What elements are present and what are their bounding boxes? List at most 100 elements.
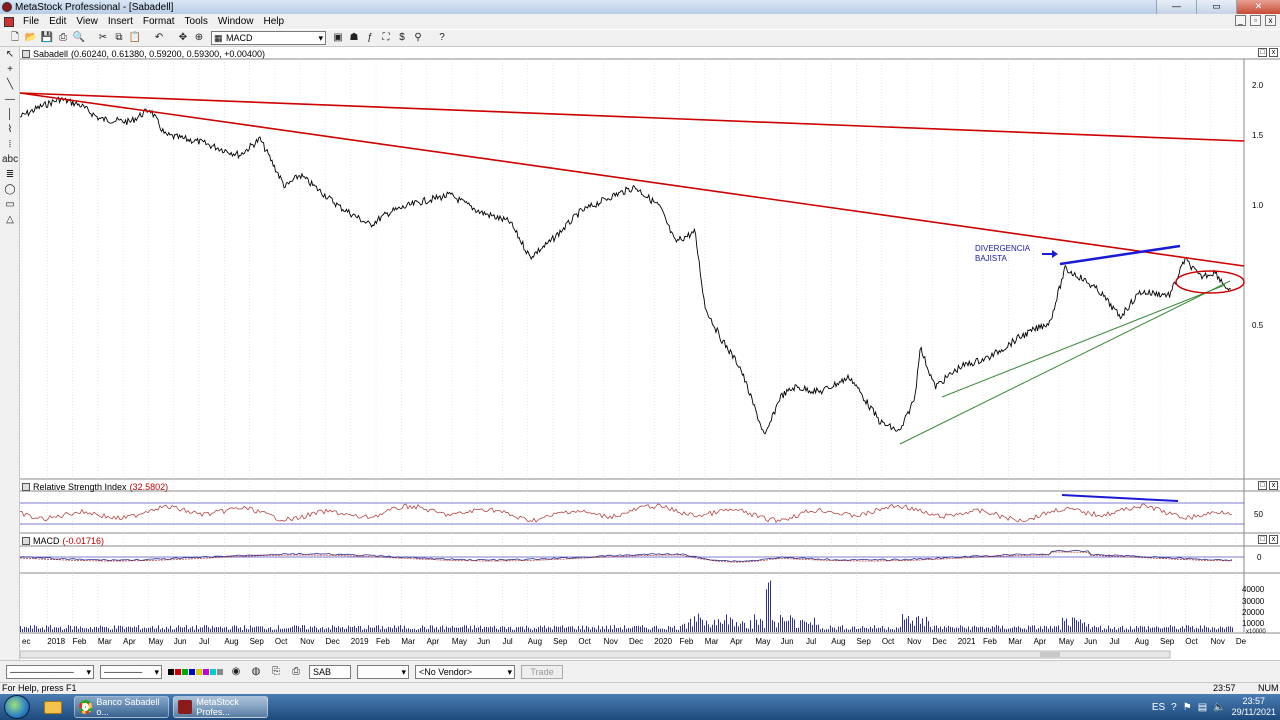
line-style-select[interactable]: ──────────	[6, 664, 94, 679]
network-icon[interactable]: ▤	[1198, 702, 1207, 713]
line-weight-select[interactable]: ──────	[100, 664, 162, 679]
copy-icon[interactable]: ⧉	[112, 31, 126, 45]
volume-bar	[102, 626, 103, 632]
expert-advisor-icon[interactable]: ☗	[347, 31, 361, 45]
fibonacci-icon[interactable]: ⌇	[2, 123, 18, 137]
explorer-icon[interactable]: ▣	[331, 31, 345, 45]
help-tray-icon[interactable]: ?	[1171, 702, 1177, 713]
pointer-icon[interactable]: ↖	[2, 48, 18, 62]
channel-icon[interactable]: ≣	[2, 168, 18, 182]
vertical-line-icon[interactable]: │	[2, 108, 18, 122]
trade-button[interactable]: Trade	[521, 664, 563, 679]
print-preview-icon[interactable]: 🔍	[72, 31, 86, 45]
volume-bar	[1146, 629, 1147, 632]
indicator-builder-icon[interactable]: ƒ	[363, 31, 377, 45]
time-axis-label: Nov	[907, 637, 921, 646]
explorer-pinned[interactable]	[36, 696, 70, 718]
menu-insert[interactable]: Insert	[103, 16, 138, 27]
menu-window[interactable]: Window	[213, 16, 259, 27]
menu-tools[interactable]: Tools	[180, 16, 213, 27]
doc-close-button[interactable]: x	[1265, 15, 1276, 26]
close-button[interactable]: ✕	[1236, 0, 1280, 14]
file-new-icon[interactable]: 🗋	[8, 31, 22, 45]
triangle-tool-icon[interactable]: △	[2, 213, 18, 227]
zoom-icon[interactable]: ⊕	[192, 31, 206, 45]
taskbar-clock[interactable]: 23:57 29/11/2021	[1232, 696, 1276, 718]
rsi-pane-maximize-button[interactable]: □	[1258, 481, 1267, 490]
language-icon[interactable]: ES	[1152, 702, 1165, 713]
start-button[interactable]	[4, 695, 30, 719]
print-small-icon[interactable]: ⎙	[289, 665, 303, 679]
title-bar: MetaStock Professional - [Sabadell] — ▭ …	[0, 0, 1280, 14]
volume-bar	[1104, 628, 1105, 632]
cycle-lines-icon[interactable]: ⦙	[2, 138, 18, 152]
volume-bar	[558, 626, 559, 632]
volume-bar	[1130, 626, 1131, 632]
folder-open-icon[interactable]: 📂	[24, 31, 38, 45]
volume-bar	[976, 626, 977, 632]
system-tester-icon[interactable]: ⛶	[379, 31, 393, 45]
volume-bar	[638, 625, 639, 632]
volume-bar	[32, 628, 33, 632]
macd-pane-header: MACD (-0.01716)	[22, 535, 104, 546]
minimize-button[interactable]: —	[1156, 0, 1196, 14]
document-icon[interactable]	[4, 16, 14, 27]
macd-pane-close-button[interactable]: x	[1269, 535, 1278, 544]
menu-file[interactable]: File	[18, 16, 44, 27]
trendline-icon[interactable]: ╲	[2, 78, 18, 92]
ellipse-tool-icon[interactable]: ◯	[2, 183, 18, 197]
color-wheel-icon[interactable]: ◉	[229, 665, 243, 679]
volume-bar	[1194, 629, 1195, 632]
save-icon[interactable]: 💾	[40, 31, 54, 45]
indicator-select[interactable]: MACD	[211, 31, 326, 45]
taskbar-chrome[interactable]: Banco Sabadell o...	[74, 696, 169, 718]
volume-bar	[216, 627, 217, 632]
macd-pane-maximize-button[interactable]: □	[1258, 535, 1267, 544]
color-palette[interactable]	[168, 668, 223, 675]
volume-bar	[118, 625, 119, 632]
volume-bar	[1040, 626, 1041, 632]
volume-bar	[188, 629, 189, 632]
paste-icon[interactable]: 📋	[128, 31, 142, 45]
volume-bar	[1052, 628, 1053, 632]
symbol-input[interactable]: SAB	[309, 664, 351, 679]
doc-minimize-button[interactable]: _	[1235, 15, 1246, 26]
volume-bar	[1220, 626, 1221, 632]
horizontal-scrollbar[interactable]	[20, 650, 1171, 659]
snapshot-icon[interactable]: ⎘	[269, 665, 283, 679]
binoculars-icon[interactable]: ⚲	[411, 31, 425, 45]
volume-bar	[522, 626, 523, 632]
volume-bar	[54, 627, 55, 632]
crosshair-icon[interactable]: +	[2, 63, 18, 77]
maximize-button[interactable]: ▭	[1196, 0, 1236, 14]
volume-icon[interactable]: 🔈	[1213, 702, 1225, 713]
horizontal-line-icon[interactable]: —	[2, 93, 18, 107]
volume-bar	[1092, 627, 1093, 632]
chart-canvas[interactable]: DIVERGENCIA BAJISTA 2.0 1.5 1.0 0.5 50 0…	[20, 47, 1280, 660]
volume-bar	[700, 617, 701, 632]
dollar-icon[interactable]: $	[395, 31, 409, 45]
menu-view[interactable]: View	[71, 16, 103, 27]
time-axis-label: Apr	[1034, 637, 1047, 646]
cut-icon[interactable]: ✂	[96, 31, 110, 45]
menu-format[interactable]: Format	[138, 16, 180, 27]
help-arrow-icon[interactable]: ?	[435, 31, 449, 45]
chrome-style-icon[interactable]: ◍	[249, 665, 263, 679]
doc-restore-button[interactable]: ▫	[1250, 15, 1261, 26]
vendor-select[interactable]: <No Vendor>	[415, 664, 515, 679]
volume-bar	[502, 626, 503, 632]
volume-bar	[526, 625, 527, 632]
pan-icon[interactable]: ✥	[176, 31, 190, 45]
taskbar-metastock[interactable]: MetaStock Profes...	[173, 696, 268, 718]
text-tool-icon[interactable]: abc	[2, 153, 18, 167]
volume-bar	[1222, 627, 1223, 632]
menu-help[interactable]: Help	[258, 16, 289, 27]
periodicity-select[interactable]	[357, 664, 409, 679]
print-icon[interactable]: ⎙	[56, 31, 70, 45]
rsi-pane-close-button[interactable]: x	[1269, 481, 1278, 490]
rectangle-tool-icon[interactable]: ▭	[2, 198, 18, 212]
volume-bar	[402, 629, 403, 632]
menu-edit[interactable]: Edit	[44, 16, 71, 27]
undo-icon[interactable]: ↶	[152, 31, 166, 45]
flag-icon[interactable]: ⚑	[1183, 702, 1192, 713]
